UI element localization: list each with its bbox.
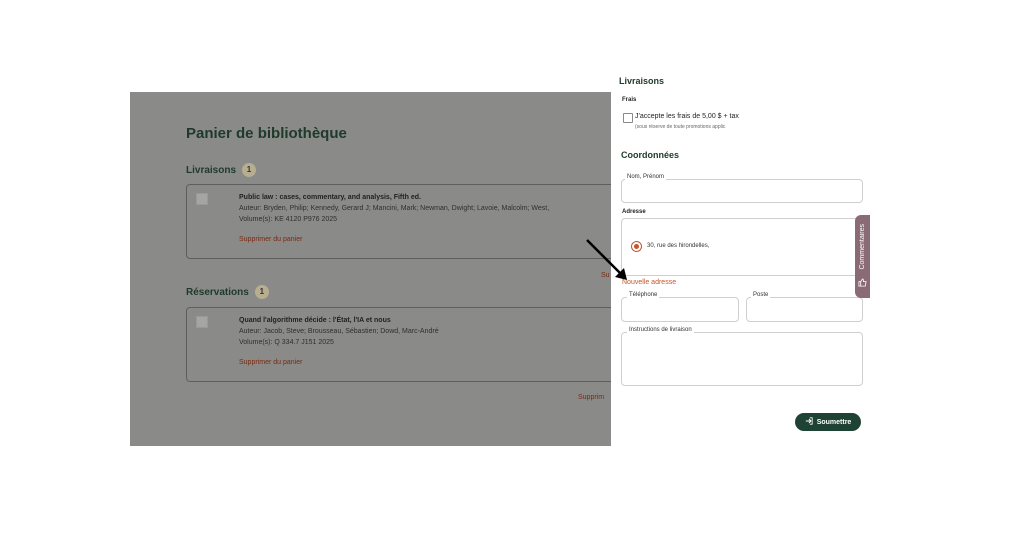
accept-fees-checkbox[interactable] xyxy=(623,113,633,123)
submit-reservations-link[interactable]: Supprim xyxy=(578,394,604,401)
annotation-arrow xyxy=(586,239,627,280)
livraisons-section-header: Livraisons 1 xyxy=(186,163,257,177)
feedback-tab[interactable]: Commentaires xyxy=(855,215,870,298)
thumbs-up-icon xyxy=(858,274,867,292)
panel-title: Livraisons xyxy=(619,76,665,86)
livraisons-count-badge: 1 xyxy=(242,163,257,177)
extension-field[interactable] xyxy=(746,297,863,322)
reservations-item-card: Quand l'algorithme décide : l'État, l'IA… xyxy=(186,307,628,382)
name-field-label: Nom, Prénom xyxy=(625,174,667,180)
livraisons-item-card: Public law : cases, commentary, and anal… xyxy=(186,184,628,259)
coordonnees-heading: Coordonnées xyxy=(621,150,680,160)
extension-field-label: Poste xyxy=(751,292,771,298)
accept-fees-label: J'accepte les frais de 5,00 $ + tax xyxy=(635,113,739,120)
phone-field-label: Téléphone xyxy=(627,292,660,298)
book-cover-image xyxy=(196,193,208,205)
delivery-instructions-field[interactable] xyxy=(621,332,863,386)
reservations-label: Réservations xyxy=(186,286,249,298)
item-author: Auteur: Jacob, Steve; Brousseau, Sébasti… xyxy=(239,328,439,335)
delivery-instructions-label: Instructions de livraison xyxy=(627,327,694,333)
reservations-section-header: Réservations 1 xyxy=(186,285,269,299)
item-volume: Volume(s): Q 334.7 J151 2025 xyxy=(239,339,334,346)
submit-button[interactable]: Soumettre xyxy=(795,413,861,431)
item-volume: Volume(s): KE 4120 P976 2025 xyxy=(239,216,338,223)
item-author: Auteur: Bryden, Philip; Kennedy, Gerard … xyxy=(239,205,550,212)
item-title: Public law : cases, commentary, and anal… xyxy=(239,194,421,201)
sign-in-icon xyxy=(805,417,813,427)
feedback-tab-label: Commentaires xyxy=(859,224,866,270)
name-field[interactable] xyxy=(621,179,863,203)
remove-from-cart-link[interactable]: Supprimer du panier xyxy=(239,236,302,243)
remove-from-cart-link[interactable]: Supprimer du panier xyxy=(239,359,302,366)
fees-note: (sous réserve de toute promotions applic xyxy=(635,124,726,130)
livraisons-label: Livraisons xyxy=(186,164,237,176)
address-option-label: 30, rue des hirondelles, xyxy=(647,243,710,249)
phone-field[interactable] xyxy=(621,297,739,322)
reservations-count-badge: 1 xyxy=(254,285,269,299)
page-title: Panier de bibliothèque xyxy=(186,125,347,142)
delivery-panel: Livraisons Frais J'accepte les frais de … xyxy=(611,72,870,446)
book-cover-image xyxy=(196,316,208,328)
adresse-label: Adresse xyxy=(622,209,646,215)
submit-button-label: Soumettre xyxy=(816,418,852,426)
item-title: Quand l'algorithme décide : l'État, l'IA… xyxy=(239,317,391,324)
frais-label: Frais xyxy=(622,97,637,103)
